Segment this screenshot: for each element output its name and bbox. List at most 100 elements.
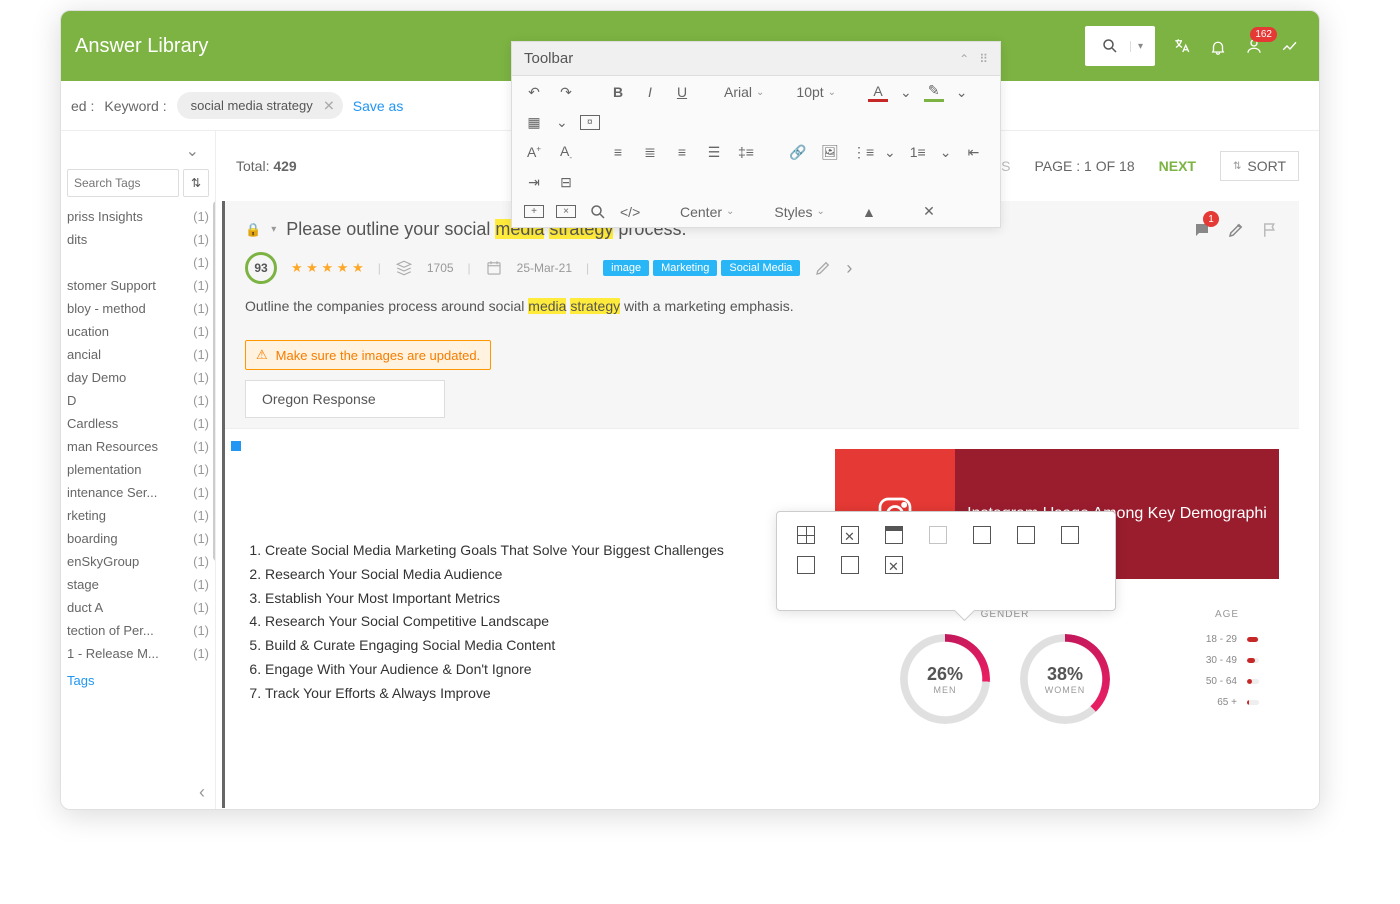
align-center-icon[interactable]: ≣ xyxy=(640,144,660,161)
align-select[interactable]: Center⌄ xyxy=(680,204,734,220)
table-remove-icon[interactable]: ✕ xyxy=(885,556,903,574)
filter-label: ed : xyxy=(71,98,94,114)
tags-link[interactable]: Tags xyxy=(67,673,209,688)
expand-icon[interactable]: + xyxy=(524,205,544,218)
highlight-color-icon[interactable]: ✎ xyxy=(924,82,944,102)
keyword-chip[interactable]: social media strategy ✕ xyxy=(177,92,343,119)
table-split-h-icon[interactable] xyxy=(973,526,991,544)
code-icon[interactable]: </> xyxy=(620,204,640,220)
special-char-icon[interactable]: ¤ xyxy=(580,115,600,130)
notifications-icon[interactable] xyxy=(1209,35,1227,58)
sidebar-tag-item[interactable]: bloy - method(1) xyxy=(67,297,209,320)
table-delete-icon[interactable]: ✕ xyxy=(841,526,859,544)
ol-icon[interactable]: 1≡ xyxy=(908,144,928,160)
flag-icon[interactable] xyxy=(1261,219,1279,239)
collapse-icon[interactable]: × xyxy=(556,205,576,218)
outdent-icon[interactable]: ⇤ xyxy=(963,144,983,161)
sidebar-tag-item[interactable]: dits(1) xyxy=(67,228,209,251)
selection-handle[interactable] xyxy=(231,441,241,451)
user-avatar-icon[interactable]: 162 xyxy=(1245,35,1263,58)
tag-pill[interactable]: Social Media xyxy=(721,260,800,276)
toolbar-drag-icon[interactable]: ⠿ xyxy=(979,52,988,66)
sidebar-tag-item[interactable]: (1) xyxy=(67,251,209,274)
table-insert-icon[interactable] xyxy=(797,526,815,544)
edit-tags-icon[interactable] xyxy=(814,259,832,277)
sort-button[interactable]: ⇅ SORT xyxy=(1220,151,1299,181)
sidebar-tag-item[interactable]: man Resources(1) xyxy=(67,435,209,458)
sidebar-tag-item[interactable]: tection of Per...(1) xyxy=(67,619,209,642)
sidebar-collapse-icon[interactable]: ‹ xyxy=(199,782,205,803)
table-props-icon[interactable] xyxy=(1061,526,1079,544)
editor-toolbar[interactable]: Toolbar ⌃ ⠿ ↶ ↷ B I U Arial⌄ 10pt⌄ A⌄ ✎⌄ xyxy=(511,41,1001,228)
expand-arrow-icon[interactable]: › xyxy=(846,258,852,279)
sidebar-tag-item[interactable]: rketing(1) xyxy=(67,504,209,527)
table-add-row-icon[interactable] xyxy=(797,556,815,574)
font-select[interactable]: Arial⌄ xyxy=(724,84,764,100)
sidebar-tag-item[interactable]: ucation(1) xyxy=(67,320,209,343)
align-justify-icon[interactable]: ☰ xyxy=(704,144,724,161)
table-split-v-icon[interactable] xyxy=(1017,526,1035,544)
star-rating[interactable]: ★ ★ ★ ★ ★ xyxy=(291,260,364,276)
content-area: Total: 429 VIOUS PAGE : 1 OF 18 NEXT ⇅ S… xyxy=(216,131,1319,809)
align-right-icon[interactable]: ≡ xyxy=(672,144,692,160)
toolbar-collapse-icon[interactable]: ⌃ xyxy=(959,52,969,66)
sidebar-tag-item[interactable]: 1 - Release M...(1) xyxy=(67,642,209,665)
next-button[interactable]: NEXT xyxy=(1159,158,1196,174)
table-add-col-icon[interactable] xyxy=(841,556,859,574)
sidebar-tag-item[interactable]: Cardless(1) xyxy=(67,412,209,435)
indent-icon[interactable]: ⇥ xyxy=(524,174,544,191)
table-header-icon[interactable] xyxy=(885,526,903,544)
answer-text: Create Social Media Marketing Goals That… xyxy=(245,449,805,788)
sidebar-tag-item[interactable]: intenance Ser...(1) xyxy=(67,481,209,504)
sidebar-tag-item[interactable]: boarding(1) xyxy=(67,527,209,550)
results-total: Total: 429 xyxy=(236,158,297,174)
response-tab[interactable]: Oregon Response xyxy=(245,380,445,418)
sidebar-tag-item[interactable]: priss Insights(1) xyxy=(67,205,209,228)
superscript-icon[interactable]: A+ xyxy=(524,144,544,160)
table-icon[interactable]: ▦ xyxy=(524,114,544,131)
page-title: Answer Library xyxy=(75,35,208,58)
marker-icon[interactable]: ▲ xyxy=(859,204,879,220)
fullscreen-icon[interactable]: ✕ xyxy=(919,203,939,220)
align-left-icon[interactable]: ≡ xyxy=(608,144,628,160)
tag-pill[interactable]: image xyxy=(603,260,649,276)
tag-search-input[interactable] xyxy=(67,169,179,197)
italic-icon[interactable]: I xyxy=(640,84,660,100)
global-search[interactable]: ▾ xyxy=(1085,26,1155,66)
sidebar-tag-item[interactable]: day Demo(1) xyxy=(67,366,209,389)
sidebar-tag-item[interactable]: stomer Support(1) xyxy=(67,274,209,297)
link-icon[interactable]: 🔗 xyxy=(788,144,808,161)
find-icon[interactable] xyxy=(588,203,608,221)
hr-icon[interactable]: ⊟ xyxy=(556,174,576,191)
sidebar-collapse-caret[interactable]: ⌄ xyxy=(67,141,209,161)
sidebar-tag-item[interactable]: enSkyGroup(1) xyxy=(67,550,209,573)
sidebar-tag-item[interactable]: ancial(1) xyxy=(67,343,209,366)
redo-icon[interactable]: ↷ xyxy=(556,84,576,101)
remove-keyword-icon[interactable]: ✕ xyxy=(323,97,335,114)
table-merge-icon[interactable] xyxy=(929,526,947,544)
edit-icon[interactable] xyxy=(1227,219,1245,239)
text-color-icon[interactable]: A xyxy=(868,83,888,102)
search-dropdown-caret[interactable]: ▾ xyxy=(1130,41,1150,52)
sidebar-tag-item[interactable]: stage(1) xyxy=(67,573,209,596)
list-item: Establish Your Most Important Metrics xyxy=(265,587,805,611)
translate-icon[interactable] xyxy=(1173,35,1191,58)
analytics-icon[interactable] xyxy=(1281,35,1299,58)
image-icon[interactable]: 🖼 xyxy=(820,144,840,161)
sidebar-tag-item[interactable]: duct A(1) xyxy=(67,596,209,619)
size-select[interactable]: 10pt⌄ xyxy=(796,84,836,100)
sidebar-tag-item[interactable]: plementation(1) xyxy=(67,458,209,481)
tag-sort-button[interactable]: ⇅ xyxy=(183,169,209,197)
answer-options-caret[interactable]: ▾ xyxy=(271,224,276,235)
tag-pill[interactable]: Marketing xyxy=(653,260,717,276)
bold-icon[interactable]: B xyxy=(608,84,628,100)
underline-icon[interactable]: U xyxy=(672,84,692,100)
save-as-link[interactable]: Save as xyxy=(353,98,404,114)
ul-icon[interactable]: ⋮≡ xyxy=(852,144,872,161)
styles-select[interactable]: Styles⌄ xyxy=(774,204,825,220)
undo-icon[interactable]: ↶ xyxy=(524,84,544,101)
line-height-icon[interactable]: ‡≡ xyxy=(736,144,756,160)
sidebar-tag-item[interactable]: D(1) xyxy=(67,389,209,412)
subscript-icon[interactable]: A- xyxy=(556,143,576,162)
comments-icon[interactable]: 1 xyxy=(1193,219,1211,239)
